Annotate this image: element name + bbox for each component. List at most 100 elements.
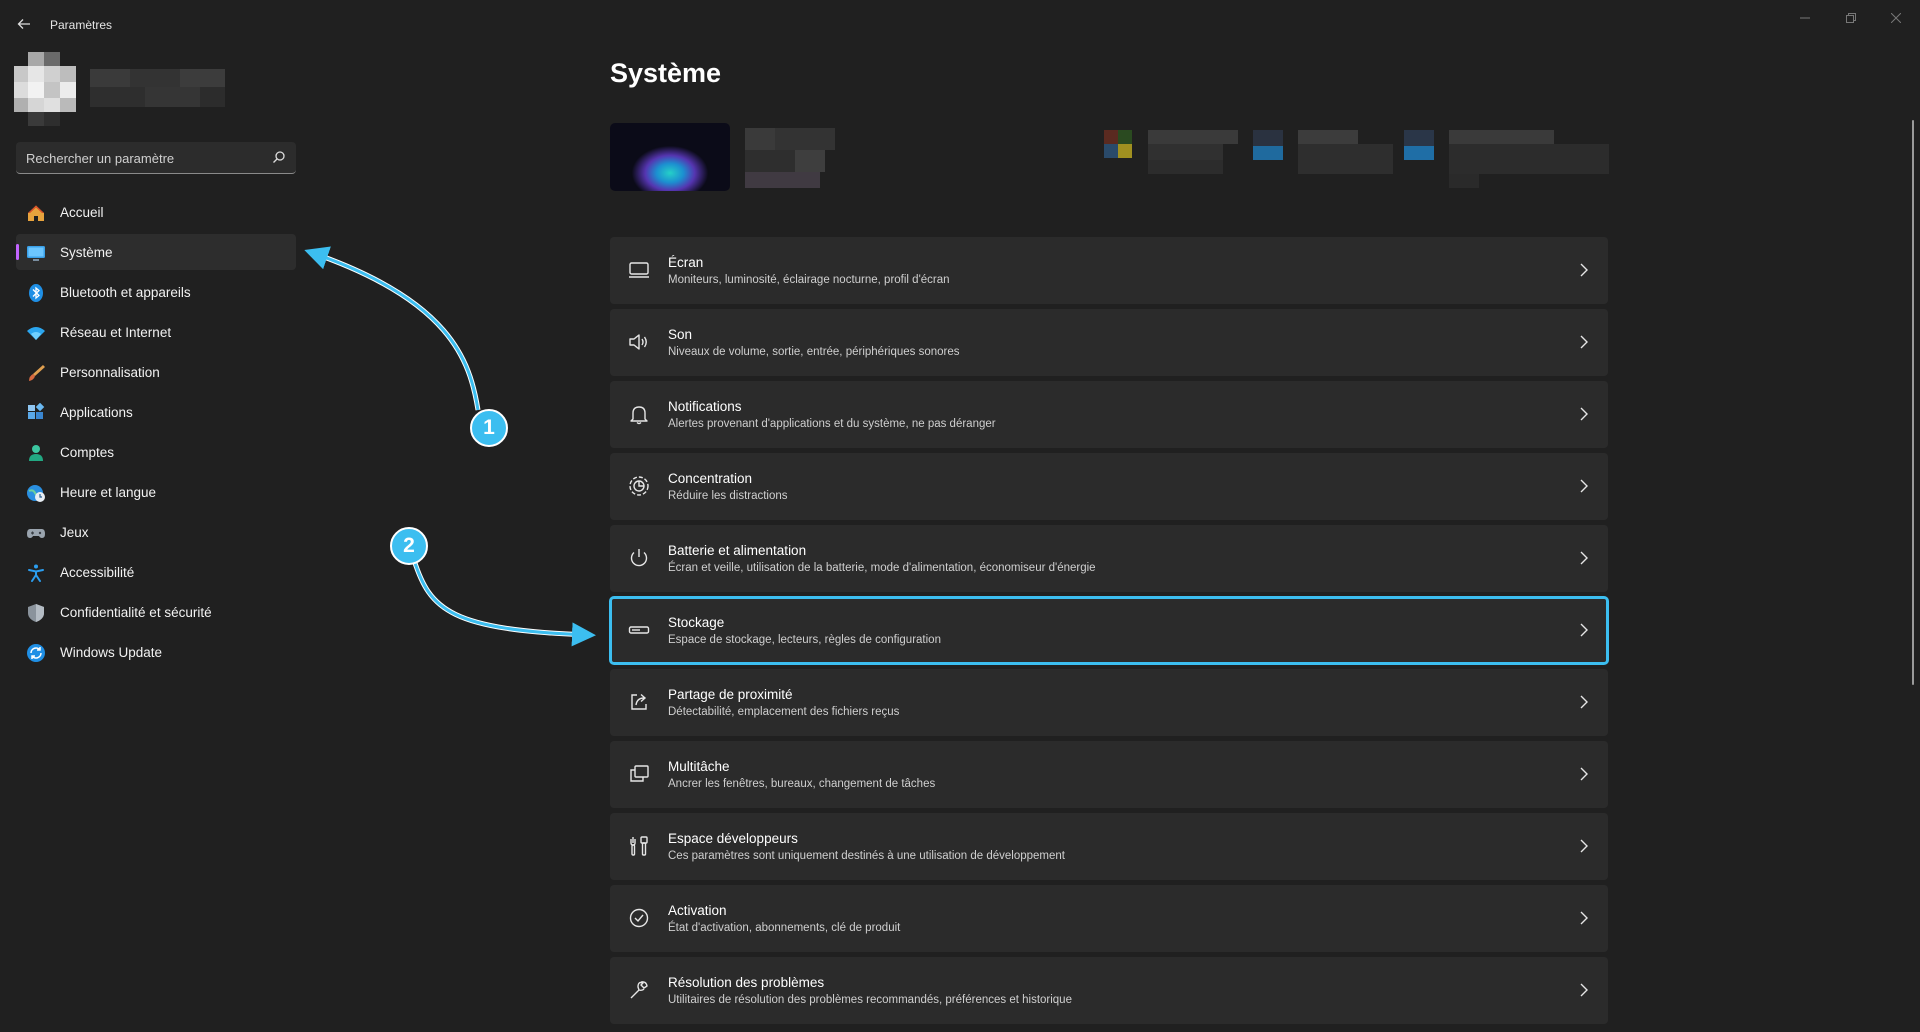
avatar[interactable] (14, 52, 76, 128)
card-subtitle: Ces paramètres sont uniquement destinés … (668, 850, 1065, 862)
sidebar-nav: Accueil Système Bluetooth et appareils R… (16, 194, 296, 674)
speaker-icon (628, 331, 650, 353)
sidebar-item-label: Jeux (60, 525, 89, 540)
share-icon (628, 691, 650, 713)
sidebar-item-label: Réseau et Internet (60, 325, 172, 340)
search-placeholder: Rechercher un paramètre (26, 151, 175, 166)
chevron-right-icon (1578, 838, 1590, 854)
check-circle-icon (628, 907, 650, 929)
sidebar-item-label: Personnalisation (60, 365, 160, 380)
card-developpeurs[interactable]: Espace développeurs Ces paramètres sont … (610, 813, 1608, 880)
sidebar-item-label: Accueil (60, 205, 104, 220)
card-resolution-problemes[interactable]: Résolution des problèmes Utilitaires de … (610, 957, 1608, 1024)
card-title: Notifications (668, 399, 742, 414)
chevron-right-icon (1578, 910, 1590, 926)
sidebar-item-label: Windows Update (60, 645, 163, 660)
card-subtitle: Réduire les distractions (668, 490, 788, 502)
sidebar-item-label: Bluetooth et appareils (60, 285, 191, 300)
home-icon (26, 203, 46, 223)
sidebar-item-label: Système (60, 245, 113, 260)
sidebar-item-systeme[interactable]: Système (16, 234, 296, 270)
app-title: Paramètres (50, 18, 113, 32)
sidebar-item-reseau[interactable]: Réseau et Internet (16, 314, 296, 350)
card-multitache[interactable]: Multitâche Ancrer les fenêtres, bureaux,… (610, 741, 1608, 808)
sidebar-item-jeux[interactable]: Jeux (16, 514, 296, 550)
title-bar: Paramètres (0, 0, 1920, 48)
card-son[interactable]: Son Niveaux de volume, sortie, entrée, p… (610, 309, 1608, 376)
shield-icon (26, 603, 46, 623)
developer-tools-icon (628, 835, 650, 857)
card-subtitle: Alertes provenant d'applications et du s… (668, 418, 996, 430)
card-batterie[interactable]: Batterie et alimentation Écran et veille… (610, 525, 1608, 592)
multitask-icon (628, 763, 650, 785)
sidebar-item-confidentialite[interactable]: Confidentialité et sécurité (16, 594, 296, 630)
restore-icon[interactable] (1841, 8, 1861, 28)
chevron-right-icon (1578, 550, 1590, 566)
person-icon (26, 443, 46, 463)
card-title: Concentration (668, 471, 753, 486)
close-icon[interactable] (1886, 8, 1906, 28)
device-wallpaper-thumbnail[interactable] (610, 123, 730, 191)
accessibility-icon (26, 563, 46, 583)
chevron-right-icon (1578, 622, 1590, 638)
settings-list: Écran Moniteurs, luminosité, éclairage n… (609, 237, 1609, 1029)
sidebar-item-accessibilite[interactable]: Accessibilité (16, 554, 296, 590)
sidebar-item-label: Heure et langue (60, 485, 157, 500)
card-subtitle: État d'activation, abonnements, clé de p… (668, 922, 901, 934)
card-subtitle: Écran et veille, utilisation de la batte… (668, 562, 1096, 574)
card-title: Activation (668, 903, 727, 918)
card-subtitle: Détectabilité, emplacement des fichiers … (668, 706, 900, 718)
wifi-icon (26, 323, 46, 343)
bell-icon (628, 403, 650, 425)
apps-icon (26, 402, 46, 423)
sidebar-item-label: Accessibilité (60, 565, 135, 580)
bluetooth-icon (26, 283, 46, 303)
search-input[interactable]: Rechercher un paramètre (16, 142, 296, 174)
sidebar-item-accueil[interactable]: Accueil (16, 194, 296, 230)
scrollbar[interactable] (1912, 120, 1914, 685)
card-subtitle: Niveaux de volume, sortie, entrée, périp… (668, 346, 960, 358)
chevron-right-icon (1578, 262, 1590, 278)
arrow-2 (411, 559, 591, 638)
globe-clock-icon (26, 483, 46, 503)
page-title: Système (610, 58, 722, 88)
card-notifications[interactable]: Notifications Alertes provenant d'applic… (610, 381, 1608, 448)
search-icon[interactable] (272, 150, 286, 164)
card-subtitle: Espace de stockage, lecteurs, règles de … (668, 634, 941, 646)
card-title: Multitâche (668, 759, 730, 774)
sidebar-item-heure-langue[interactable]: Heure et langue (16, 474, 296, 510)
card-stockage[interactable]: Stockage Espace de stockage, lecteurs, r… (609, 596, 1609, 665)
profile-name-redacted (90, 67, 225, 113)
card-subtitle: Ancrer les fenêtres, bureaux, changement… (668, 778, 936, 790)
annotation-badge-1: 1 (470, 409, 508, 447)
chevron-right-icon (1578, 334, 1590, 350)
card-title: Partage de proximité (668, 687, 793, 702)
storage-icon (628, 619, 650, 641)
sidebar-item-bluetooth[interactable]: Bluetooth et appareils (16, 274, 296, 310)
card-subtitle: Utilitaires de résolution des problèmes … (668, 994, 1072, 1006)
chevron-right-icon (1578, 982, 1590, 998)
paintbrush-icon (26, 363, 46, 383)
annotation-badge-2: 2 (390, 527, 428, 565)
sync-icon (26, 643, 46, 663)
power-icon (628, 547, 650, 569)
card-concentration[interactable]: Concentration Réduire les distractions (610, 453, 1608, 520)
minimize-icon[interactable] (1795, 8, 1815, 28)
chevron-right-icon (1578, 766, 1590, 782)
chevron-right-icon (1578, 478, 1590, 494)
card-activation[interactable]: Activation État d'activation, abonnement… (610, 885, 1608, 952)
wrench-icon (628, 979, 650, 1001)
sidebar-item-windows-update[interactable]: Windows Update (16, 634, 296, 670)
chevron-right-icon (1578, 406, 1590, 422)
card-title: Espace développeurs (668, 831, 798, 846)
chevron-right-icon (1578, 694, 1590, 710)
sidebar-item-label: Applications (60, 405, 133, 420)
sidebar-item-applications[interactable]: Applications (16, 394, 296, 430)
card-ecran[interactable]: Écran Moniteurs, luminosité, éclairage n… (610, 237, 1608, 304)
back-arrow-icon[interactable] (14, 14, 34, 34)
gamepad-icon (26, 523, 46, 543)
sidebar-item-comptes[interactable]: Comptes (16, 434, 296, 470)
card-partage[interactable]: Partage de proximité Détectabilité, empl… (610, 669, 1608, 736)
card-title: Batterie et alimentation (668, 543, 807, 558)
sidebar-item-personnalisation[interactable]: Personnalisation (16, 354, 296, 390)
